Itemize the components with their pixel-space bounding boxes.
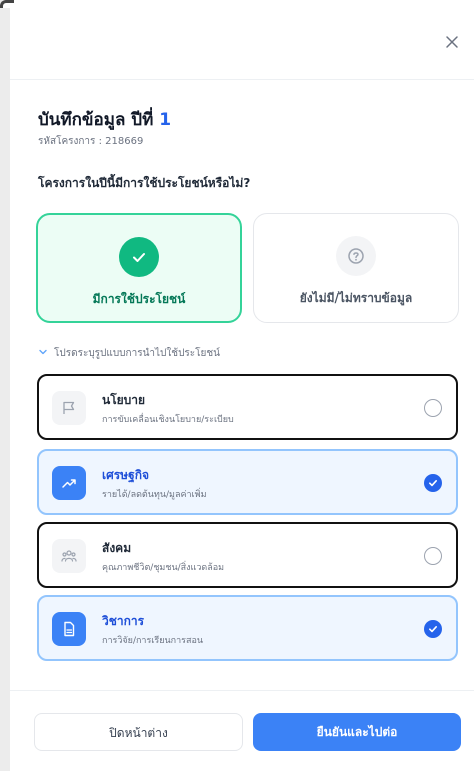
page-title: บันทึกข้อมูล ปีที่ 1 xyxy=(38,106,171,133)
choice-label: ยังไม่มี/ไม่ทราบข้อมูล xyxy=(299,291,413,305)
option-title: สังคม xyxy=(102,541,132,555)
people-icon xyxy=(52,539,86,573)
radio-unchecked[interactable] xyxy=(424,399,442,417)
radio-checked[interactable] xyxy=(424,474,442,492)
option-title: นโยบาย xyxy=(102,393,146,407)
option-subtitle: คุณภาพชีวิต/ชุมชน/สิ่งแวดล้อม xyxy=(102,563,225,573)
radio-unchecked[interactable] xyxy=(424,547,442,565)
choice-no-usage[interactable]: ยังไม่มี/ไม่ทราบข้อมูล xyxy=(253,213,459,323)
option-academic[interactable]: วิชาการ การวิจัย/การเรียนการสอน xyxy=(37,595,458,661)
document-icon xyxy=(52,612,86,646)
project-code: รหัสโครงการ : 218669 xyxy=(38,136,144,147)
question-icon xyxy=(336,236,376,276)
flag-icon xyxy=(52,391,86,425)
option-title: วิชาการ xyxy=(102,614,145,628)
option-society[interactable]: สังคม คุณภาพชีวิต/ชุมชน/สิ่งแวดล้อม xyxy=(37,522,458,588)
usage-type-toggle[interactable]: โปรดระบุรูปแบบการนำไปใช้ประโยชน์ xyxy=(38,346,220,361)
section-label: โปรดระบุรูปแบบการนำไปใช้ประโยชน์ xyxy=(54,348,221,359)
choice-has-usage[interactable]: มีการใช้ประโยชน์ xyxy=(36,213,242,323)
backdrop-edge xyxy=(0,0,10,771)
modal-dialog: บันทึกข้อมูล ปีที่ 1 รหัสโครงการ : 21866… xyxy=(0,0,474,771)
close-window-button[interactable]: ปิดหน้าต่าง xyxy=(34,713,243,751)
option-subtitle: การขับเคลื่อนเชิงนโยบาย/ระเบียบ xyxy=(102,415,234,425)
option-title: เศรษฐกิจ xyxy=(102,468,149,482)
close-icon[interactable] xyxy=(442,32,462,52)
modal-header xyxy=(10,0,474,80)
check-icon xyxy=(119,237,159,277)
option-subtitle: การวิจัย/การเรียนการสอน xyxy=(102,636,204,646)
option-policy[interactable]: นโยบาย การขับเคลื่อนเชิงนโยบาย/ระเบียบ xyxy=(37,374,458,440)
footer-divider xyxy=(10,690,474,691)
trend-up-icon xyxy=(52,466,86,500)
option-economy[interactable]: เศรษฐกิจ รายได้/ลดต้นทุน/มูลค่าเพิ่ม xyxy=(37,449,458,515)
usage-question: โครงการในปีนี้มีการใช้ประโยชน์หรือไม่? xyxy=(38,176,251,190)
choice-label: มีการใช้ประโยชน์ xyxy=(92,292,186,306)
year-number: 1 xyxy=(159,110,172,130)
radio-checked[interactable] xyxy=(424,620,442,638)
confirm-continue-button[interactable]: ยืนยันและไปต่อ xyxy=(253,713,461,751)
title-text: บันทึกข้อมูล ปีที่ xyxy=(38,110,154,130)
option-subtitle: รายได้/ลดต้นทุน/มูลค่าเพิ่ม xyxy=(102,490,207,500)
chevron-down-icon xyxy=(38,347,48,360)
